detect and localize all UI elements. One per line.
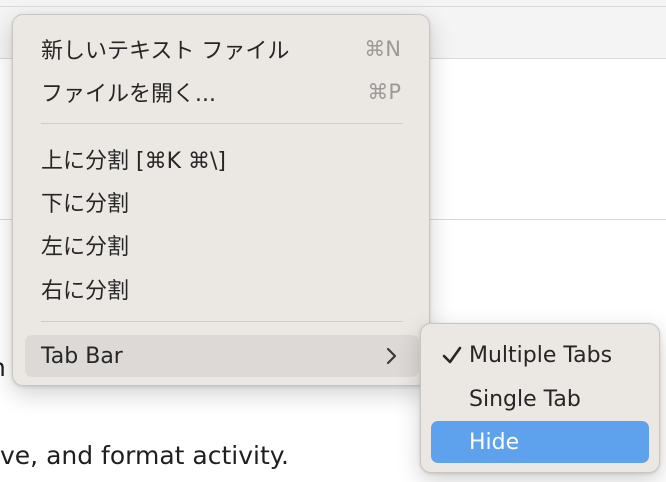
menu-item-split-down[interactable]: 下に分割 bbox=[25, 183, 419, 221]
context-menu: 新しいテキスト ファイル ⌘N ファイルを開く... ⌘P 上に分割 [⌘K ⌘… bbox=[12, 14, 430, 386]
menu-separator bbox=[41, 321, 403, 322]
tab-bar-submenu: Multiple Tabs Single Tab Hide bbox=[420, 323, 660, 473]
menu-item-label: ファイルを開く... bbox=[41, 82, 216, 107]
menu-item-open-file[interactable]: ファイルを開く... ⌘P bbox=[25, 73, 419, 111]
submenu-item-hide[interactable]: Hide bbox=[431, 421, 649, 463]
menu-item-new-text-file[interactable]: 新しいテキスト ファイル ⌘N bbox=[25, 30, 419, 68]
menu-item-label: 下に分割 bbox=[41, 192, 130, 217]
menu-item-label: 右に分割 bbox=[41, 279, 130, 304]
checkmark-icon bbox=[441, 344, 463, 366]
menu-item-tab-bar[interactable]: Tab Bar bbox=[25, 335, 419, 377]
submenu-item-label: Multiple Tabs bbox=[469, 342, 613, 368]
background-text-line-2: ve, and format activity. bbox=[0, 441, 289, 470]
menu-item-shortcut: ⌘N bbox=[364, 37, 401, 61]
menu-item-label: 左に分割 bbox=[41, 235, 130, 260]
background-text-line-1: h bbox=[0, 353, 6, 382]
chevron-right-icon bbox=[383, 347, 401, 365]
menu-item-split-right[interactable]: 右に分割 bbox=[25, 270, 419, 308]
menu-item-shortcut: ⌘P bbox=[367, 80, 401, 104]
submenu-item-multiple-tabs[interactable]: Multiple Tabs bbox=[431, 334, 649, 376]
menu-item-split-left[interactable]: 左に分割 bbox=[25, 226, 419, 264]
submenu-item-label: Hide bbox=[469, 429, 520, 455]
submenu-item-single-tab[interactable]: Single Tab bbox=[431, 378, 649, 420]
menu-separator bbox=[41, 123, 403, 124]
menu-item-label: 上に分割 [⌘K ⌘\] bbox=[41, 149, 226, 174]
submenu-item-label: Single Tab bbox=[469, 386, 581, 412]
menu-item-label: Tab Bar bbox=[41, 343, 123, 369]
menu-item-split-up[interactable]: 上に分割 [⌘K ⌘\] bbox=[25, 140, 419, 178]
menu-item-label: 新しいテキスト ファイル bbox=[41, 39, 290, 64]
